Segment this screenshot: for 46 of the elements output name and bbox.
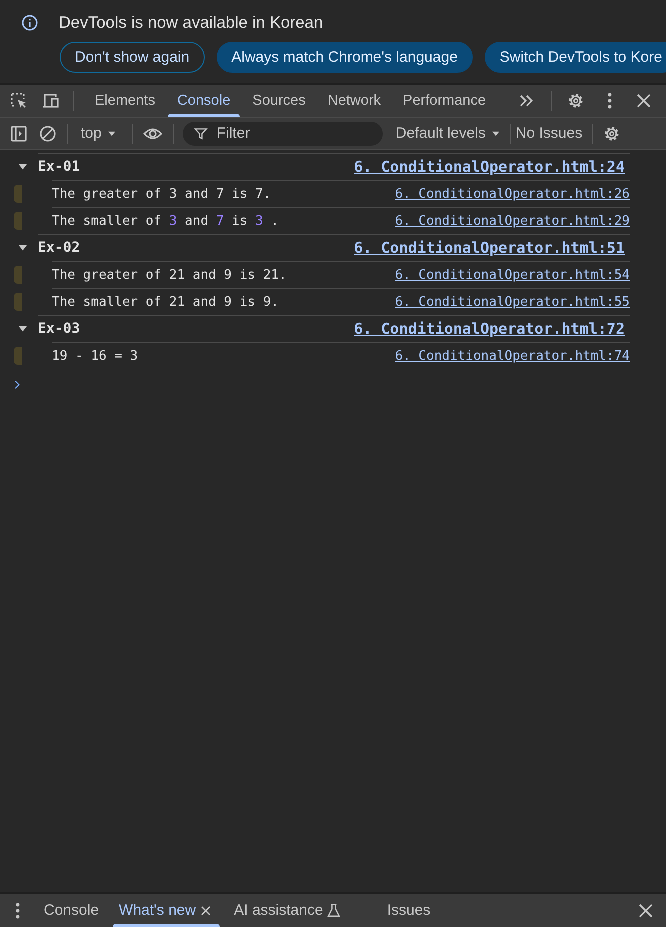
- source-link[interactable]: 6. ConditionalOperator.html:72: [354, 320, 625, 338]
- settings-icon[interactable]: [566, 91, 586, 111]
- panel-tab[interactable]: Sources: [242, 85, 317, 117]
- drawer-tab[interactable]: What's new: [111, 894, 222, 927]
- notification-button[interactable]: Don't show again: [60, 42, 205, 73]
- panel-tab[interactable]: Console: [166, 85, 242, 117]
- group-indent-marker: [14, 185, 22, 203]
- group-indent-marker: [14, 347, 22, 365]
- panel-tab[interactable]: Network: [316, 85, 392, 117]
- source-link[interactable]: 6. ConditionalOperator.html:55: [395, 294, 630, 310]
- log-message: The smaller of 21 and 9 is 9.: [52, 294, 280, 310]
- notification-button[interactable]: Switch DevTools to Kore: [484, 42, 666, 73]
- filter-icon: [192, 126, 209, 142]
- panel-tab[interactable]: Elements: [84, 85, 166, 117]
- panel-tab[interactable]: Performance: [392, 85, 498, 117]
- group-indent-marker: [14, 293, 22, 311]
- source-link[interactable]: 6. ConditionalOperator.html:29: [395, 214, 630, 228]
- group-indent-marker: [14, 266, 22, 284]
- log-message: 19 - 16 = 3: [52, 348, 140, 364]
- log-message: The greater of 21 and 9 is 21.: [52, 268, 288, 282]
- flask-icon: [325, 902, 344, 920]
- group-indent-marker: [14, 212, 22, 230]
- context-dropdown[interactable]: top: [81, 125, 119, 142]
- group-label: Ex-01: [38, 159, 82, 175]
- issues-button[interactable]: No Issues: [516, 125, 583, 142]
- device-toolbar-icon[interactable]: [41, 91, 61, 111]
- group-label: Ex-02: [38, 240, 82, 256]
- inspect-icon[interactable]: [9, 91, 29, 111]
- source-link[interactable]: 6. ConditionalOperator.html:26: [395, 186, 630, 202]
- notification-message: DevTools is now available in Korean: [59, 14, 324, 32]
- levels-dropdown[interactable]: Default levels: [396, 125, 503, 142]
- drawer-tab[interactable]: AI assistance: [226, 894, 352, 927]
- notification-button[interactable]: Always match Chrome's language: [216, 42, 473, 73]
- info-icon: [20, 13, 40, 33]
- sidebar-toggle-icon[interactable]: [9, 124, 29, 144]
- source-link[interactable]: 6. ConditionalOperator.html:51: [354, 239, 625, 257]
- log-message: The greater of 3 and 7 is 7.: [52, 186, 272, 202]
- log-message: The smaller of 3 and 7 is 3 .: [52, 214, 280, 228]
- filter-field[interactable]: Filter: [182, 122, 383, 146]
- source-link[interactable]: 6. ConditionalOperator.html:74: [395, 348, 630, 364]
- source-link[interactable]: 6. ConditionalOperator.html:24: [354, 158, 625, 176]
- drawer-tab[interactable]: Console: [36, 894, 108, 927]
- drawer-tab[interactable]: Issues: [379, 894, 439, 927]
- group-label: Ex-03: [38, 321, 82, 337]
- source-link[interactable]: 6. ConditionalOperator.html:54: [395, 268, 630, 282]
- clear-icon[interactable]: [38, 124, 58, 144]
